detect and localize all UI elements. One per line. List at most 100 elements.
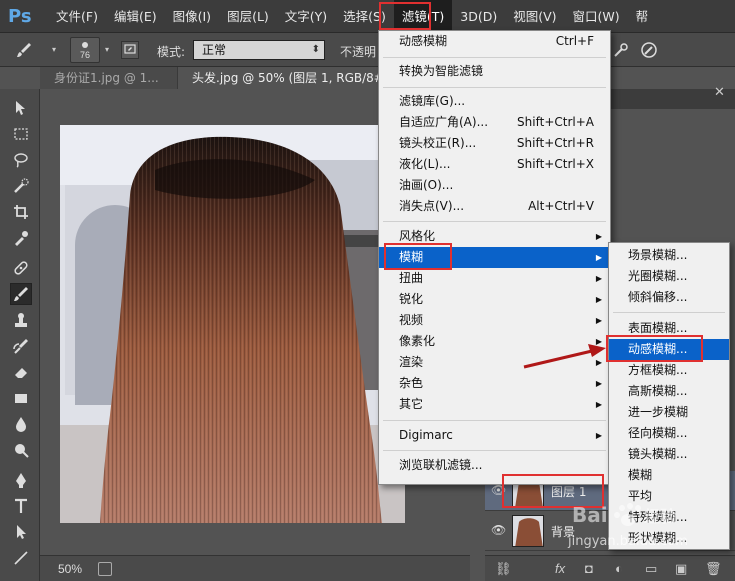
- filter-menu: 动感模糊 Ctrl+F 转换为智能滤镜 滤镜库(G)... 自适应广角(A)...…: [378, 30, 611, 485]
- pen-tool-icon[interactable]: [10, 469, 32, 491]
- close-icon[interactable]: ✕: [714, 84, 725, 100]
- chevron-down-icon[interactable]: ▾: [105, 45, 109, 54]
- submenu-item-motion-blur[interactable]: 动感模糊...: [609, 339, 729, 360]
- adjustment-icon[interactable]: ◐: [615, 561, 623, 576]
- menu-separator: [383, 57, 606, 58]
- zoom-level[interactable]: 50%: [58, 562, 82, 576]
- submenu-arrow-icon: ▶: [595, 379, 602, 388]
- menu-separator: [613, 312, 725, 313]
- submenu-item-surface-blur[interactable]: 表面模糊...: [609, 318, 729, 339]
- layer-thumbnail: [512, 515, 544, 547]
- submenu-arrow-icon: ▶: [595, 253, 602, 262]
- menu-item-video[interactable]: 视频 ▶: [379, 310, 610, 331]
- lasso-tool-icon[interactable]: [10, 149, 32, 171]
- menu-select[interactable]: 选择(S): [335, 0, 394, 33]
- tools-panel: [0, 89, 40, 581]
- menu-image[interactable]: 图像(I): [165, 0, 219, 33]
- menu-item-stylize[interactable]: 风格化 ▶: [379, 226, 610, 247]
- history-brush-tool-icon[interactable]: [10, 335, 32, 357]
- blur-tool-icon[interactable]: [10, 413, 32, 435]
- hair-photo[interactable]: [60, 125, 405, 523]
- menu-item-smart-filter[interactable]: 转换为智能滤镜: [379, 61, 610, 82]
- trash-icon[interactable]: 🗑: [705, 561, 722, 577]
- pressure-size-icon[interactable]: [640, 41, 658, 59]
- menu-item-sharpen[interactable]: 锐化 ▶: [379, 289, 610, 310]
- eraser-tool-icon[interactable]: [10, 361, 32, 383]
- menu-view[interactable]: 视图(V): [505, 0, 564, 33]
- baidu-watermark: Bai 经验 jingyan.baidu.com: [560, 498, 730, 558]
- submenu-item-blur[interactable]: 模糊: [609, 465, 729, 486]
- chevron-down-icon[interactable]: ▾: [52, 45, 56, 54]
- menu-filter[interactable]: 滤镜(T): [393, 0, 453, 33]
- menu-item-vanishing-point[interactable]: 消失点(V)... Alt+Ctrl+V: [379, 196, 610, 217]
- menu-item-filter-gallery[interactable]: 滤镜库(G)...: [379, 91, 610, 112]
- menu-item-last-filter[interactable]: 动感模糊 Ctrl+F: [379, 31, 610, 52]
- menu-3d[interactable]: 3D(D): [452, 0, 505, 33]
- line-tool-icon[interactable]: [10, 547, 32, 569]
- submenu-arrow-icon: ▶: [595, 316, 602, 325]
- menu-item-noise[interactable]: 杂色 ▶: [379, 373, 610, 394]
- menu-type[interactable]: 文字(Y): [277, 0, 335, 33]
- submenu-item-blur-more[interactable]: 进一步模糊: [609, 402, 729, 423]
- quick-selection-tool-icon[interactable]: [10, 175, 32, 197]
- eyedropper-tool-icon[interactable]: [10, 227, 32, 249]
- options-bar: ▾ 76 ▾ 模式: 正常 不透明: [0, 33, 735, 67]
- submenu-item-box-blur[interactable]: 方框模糊...: [609, 360, 729, 381]
- submenu-item-iris-blur[interactable]: 光圈模糊...: [609, 266, 729, 287]
- document-info-icon[interactable]: [98, 562, 112, 576]
- menu-item-oil-paint[interactable]: 油画(O)...: [379, 175, 610, 196]
- brush-panel-icon[interactable]: [121, 41, 139, 59]
- menu-layer[interactable]: 图层(L): [219, 0, 277, 33]
- menu-separator: [383, 221, 606, 222]
- baidu-paw-logo: Bai 经验: [572, 503, 677, 527]
- link-layers-icon[interactable]: ⛓: [495, 561, 512, 577]
- status-bar: 50%: [40, 555, 520, 581]
- clone-stamp-tool-icon[interactable]: [10, 309, 32, 331]
- layers-footer: ⛓ fx ◘ ◐ ▭ ▣ 🗑: [485, 555, 735, 581]
- menu-item-digimarc[interactable]: Digimarc ▶: [379, 425, 610, 446]
- submenu-arrow-icon: ▶: [595, 232, 602, 241]
- menu-item-blur[interactable]: 模糊 ▶: [379, 247, 610, 268]
- fx-icon[interactable]: fx: [555, 561, 565, 576]
- new-layer-icon[interactable]: ▣: [675, 561, 687, 577]
- move-tool-icon[interactable]: [10, 97, 32, 119]
- mode-select[interactable]: 正常: [193, 40, 325, 60]
- submenu-item-tilt-shift[interactable]: 倾斜偏移...: [609, 287, 729, 308]
- submenu-arrow-icon: ▶: [595, 431, 602, 440]
- dodge-tool-icon[interactable]: [10, 439, 32, 461]
- visibility-eye-icon[interactable]: 👁: [491, 523, 506, 537]
- folder-icon[interactable]: ▭: [645, 561, 657, 577]
- healing-brush-tool-icon[interactable]: [10, 257, 32, 279]
- menu-item-adaptive-wide-angle[interactable]: 自适应广角(A)... Shift+Ctrl+A: [379, 112, 610, 133]
- airbrush-icon[interactable]: [612, 41, 630, 59]
- menu-file[interactable]: 文件(F): [48, 0, 106, 33]
- menu-separator: [383, 420, 606, 421]
- menu-item-lens-correction[interactable]: 镜头校正(R)... Shift+Ctrl+R: [379, 133, 610, 154]
- submenu-arrow-icon: ▶: [595, 400, 602, 409]
- tab-document-1[interactable]: 身份证1.jpg @ 1...: [40, 67, 177, 89]
- mask-icon[interactable]: ◘: [585, 561, 593, 576]
- submenu-item-gaussian-blur[interactable]: 高斯模糊...: [609, 381, 729, 402]
- path-selection-tool-icon[interactable]: [10, 521, 32, 543]
- gradient-tool-icon[interactable]: [10, 387, 32, 409]
- submenu-item-radial-blur[interactable]: 径向模糊...: [609, 423, 729, 444]
- menu-item-liquify[interactable]: 液化(L)... Shift+Ctrl+X: [379, 154, 610, 175]
- mode-label: 模式:: [157, 45, 186, 59]
- visibility-eye-icon[interactable]: 👁: [491, 483, 506, 497]
- menu-item-other[interactable]: 其它 ▶: [379, 394, 610, 415]
- menu-window[interactable]: 窗口(W): [565, 0, 628, 33]
- submenu-item-lens-blur[interactable]: 镜头模糊...: [609, 444, 729, 465]
- menu-edit[interactable]: 编辑(E): [106, 0, 165, 33]
- brush-tool-icon[interactable]: [16, 42, 32, 58]
- menu-help[interactable]: 帮: [628, 0, 657, 33]
- menu-item-distort[interactable]: 扭曲 ▶: [379, 268, 610, 289]
- brush-tool-icon[interactable]: [10, 283, 32, 305]
- marquee-tool-icon[interactable]: [10, 123, 32, 145]
- type-tool-icon[interactable]: [10, 495, 32, 517]
- annotation-arrow-icon: [523, 344, 606, 369]
- brush-size-preset[interactable]: 76: [70, 37, 100, 63]
- photoshop-logo: Ps: [8, 5, 32, 27]
- submenu-item-field-blur[interactable]: 场景模糊...: [609, 245, 729, 266]
- crop-tool-icon[interactable]: [10, 201, 32, 223]
- menu-item-browse-filters-online[interactable]: 浏览联机滤镜...: [379, 455, 610, 476]
